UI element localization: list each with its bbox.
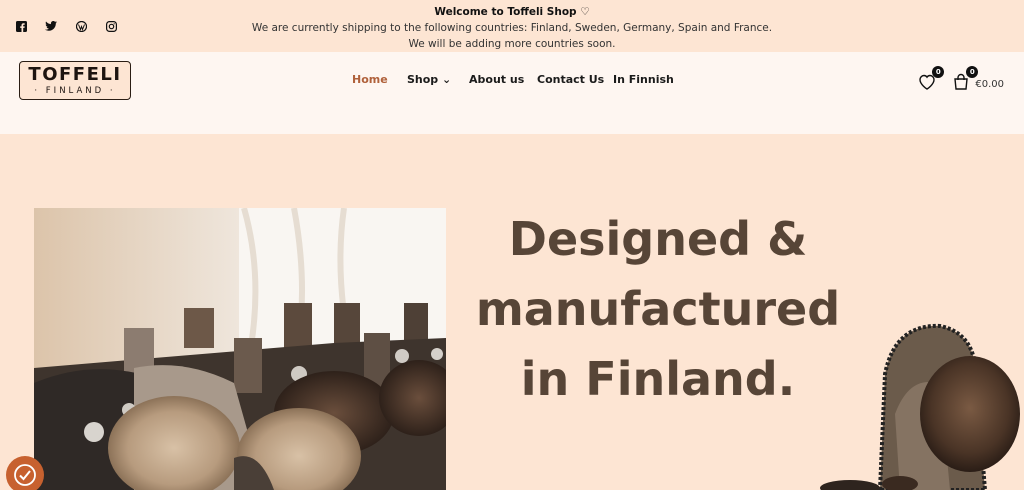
- welcome-text: Welcome to Toffeli Shop ♡: [434, 6, 590, 18]
- toffeli-logo[interactable]: TOFFELI · FINLAND ·: [19, 61, 131, 100]
- cart-count-badge: 0: [966, 66, 979, 78]
- main-navigation: Home Shop ⌄ About us Contact Us In Finni…: [352, 73, 683, 86]
- top-announcement-bar: Welcome to Toffeli Shop ♡ We are current…: [0, 0, 1024, 52]
- logo-main-text: TOFFELI: [28, 64, 122, 85]
- nav-about-us[interactable]: About us: [469, 73, 537, 86]
- nav-in-finnish[interactable]: In Finnish: [613, 73, 683, 86]
- fur-slipper-decoration: [800, 314, 1024, 490]
- shipping-announcement: Welcome to Toffeli Shop ♡ We are current…: [0, 4, 1024, 52]
- wishlist-button[interactable]: 0: [917, 66, 945, 92]
- felt-slippers-photo: [34, 208, 446, 490]
- wishlist-count-badge: 0: [932, 66, 945, 78]
- headline-line-3: in Finland.: [520, 352, 796, 406]
- hero-headline: Designed & manufactured in Finland.: [468, 204, 848, 414]
- headline-line-1: Designed &: [508, 212, 808, 266]
- shipping-countries-text: We are currently shipping to the followi…: [251, 22, 773, 34]
- cookie-settings-icon: [14, 464, 36, 486]
- shipping-note-text: We will be adding more countries soon.: [408, 38, 616, 50]
- logo-sub-text: · FINLAND ·: [34, 86, 116, 96]
- cookie-consent-button[interactable]: [6, 456, 44, 490]
- nav-contact-us[interactable]: Contact Us: [537, 73, 613, 86]
- cart-total[interactable]: €0.00: [975, 79, 1004, 90]
- nav-shop[interactable]: Shop ⌄: [407, 73, 469, 86]
- cart-button[interactable]: 0: [951, 66, 979, 92]
- hero-section: Designed & manufactured in Finland.: [0, 134, 1024, 490]
- headline-line-2: manufactured: [475, 282, 841, 336]
- header-actions: 0 0 €0.00: [917, 66, 1004, 92]
- nav-home[interactable]: Home: [352, 73, 407, 86]
- site-header: TOFFELI · FINLAND · Home Shop ⌄ About us…: [0, 52, 1024, 134]
